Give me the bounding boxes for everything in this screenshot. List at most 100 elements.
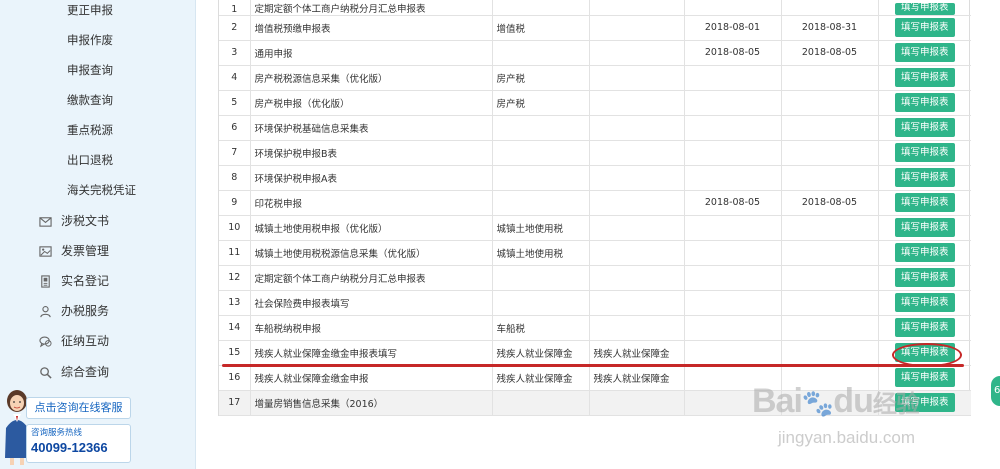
period-start xyxy=(684,65,782,91)
fill-declaration-button[interactable]: 填写申报表 xyxy=(894,118,955,137)
tax-type xyxy=(492,115,590,141)
action-cell: 填写申报表 xyxy=(878,290,971,316)
tax-type: 城镇土地使用税 xyxy=(492,240,590,266)
action-cell: 填写申报表 xyxy=(878,40,971,66)
fill-declaration-button[interactable]: 填写申报表 xyxy=(894,318,955,337)
fill-declaration-button[interactable]: 填写申报表 xyxy=(894,293,955,312)
period-start xyxy=(684,390,782,416)
period-end xyxy=(781,365,879,391)
fill-declaration-button[interactable]: 填写申报表 xyxy=(894,43,955,62)
sidebar-sub-item-customs-certificate[interactable]: 海关完税凭证 xyxy=(0,175,196,205)
action-cell: 填写申报表 xyxy=(878,115,971,141)
table-row: 1 定期定额个体工商户纳税分月汇总申报表 填写申报表 xyxy=(219,0,971,16)
action-cell: 填写申报表 xyxy=(878,315,971,341)
sidebar-sub-item-key-tax-source[interactable]: 重点税源 xyxy=(0,115,196,145)
tax-type xyxy=(492,390,590,416)
fill-declaration-button[interactable]: 填写申报表 xyxy=(894,193,955,212)
sidebar-sub-item-payment-query[interactable]: 缴款查询 xyxy=(0,85,196,115)
declaration-name: 社会保险费申报表填写 xyxy=(250,290,493,316)
fill-declaration-button[interactable]: 填写申报表 xyxy=(894,143,955,162)
sidebar-item-label: 综合查询 xyxy=(61,365,110,379)
period-end xyxy=(781,340,879,366)
sidebar-item-tax-documents[interactable]: 涉税文书 xyxy=(0,206,196,236)
period-end xyxy=(781,315,879,341)
period-end xyxy=(781,140,879,166)
table-row: 16 残疾人就业保障金缴金申报 残疾人就业保障金 残疾人就业保障金 填写申报表 xyxy=(219,365,971,391)
chat-icon xyxy=(38,334,52,348)
online-consult-button[interactable]: 点击咨询在线客服 xyxy=(26,397,131,419)
fill-declaration-button[interactable]: 填写申报表 xyxy=(894,218,955,237)
tax-item xyxy=(589,290,685,316)
tax-item xyxy=(589,190,685,216)
tax-item xyxy=(589,315,685,341)
tax-type xyxy=(492,165,590,191)
table-row: 10 城镇土地使用税申报（优化版） 城镇土地使用税 填写申报表 xyxy=(219,215,971,241)
fill-declaration-button[interactable]: 填写申报表 xyxy=(894,243,955,262)
red-circle-annotation xyxy=(892,343,962,367)
tax-item xyxy=(589,165,685,191)
period-start xyxy=(684,240,782,266)
action-cell: 填写申报表 xyxy=(878,390,971,416)
fill-declaration-button[interactable]: 填写申报表 xyxy=(894,268,955,287)
period-start xyxy=(684,365,782,391)
period-start xyxy=(684,140,782,166)
declaration-name: 定期定额个体工商户纳税分月汇总申报表 xyxy=(250,0,493,16)
tax-type: 房产税 xyxy=(492,90,590,116)
sidebar-sub-item-correct-declaration[interactable]: 更正申报 xyxy=(0,0,196,25)
row-number: 8 xyxy=(219,165,251,191)
row-number: 7 xyxy=(219,140,251,166)
table-row: 8 环境保护税申报A表 填写申报表 xyxy=(219,165,971,191)
sidebar-sub-item-declaration-query[interactable]: 申报查询 xyxy=(0,55,196,85)
fill-declaration-button[interactable]: 填写申报表 xyxy=(894,368,955,387)
row-number: 15 xyxy=(219,340,251,366)
fill-declaration-button[interactable]: 填写申报表 xyxy=(894,18,955,37)
row-number: 3 xyxy=(219,40,251,66)
id-card-icon xyxy=(38,274,52,288)
row-number: 12 xyxy=(219,265,251,291)
action-cell: 填写申报表 xyxy=(878,15,971,41)
sidebar-item-label: 征纳互动 xyxy=(61,334,110,348)
tax-item xyxy=(589,15,685,41)
fill-declaration-button[interactable]: 填写申报表 xyxy=(894,2,955,14)
row-number: 1 xyxy=(219,0,251,16)
fill-declaration-button[interactable]: 填写申报表 xyxy=(894,93,955,112)
declaration-name: 房产税申报（优化版） xyxy=(250,90,493,116)
row-number: 9 xyxy=(219,190,251,216)
action-cell: 填写申报表 xyxy=(878,65,971,91)
period-start xyxy=(684,165,782,191)
declaration-name: 残疾人就业保障金缴金申报 xyxy=(250,365,493,391)
envelope-icon xyxy=(38,214,52,228)
action-cell: 填写申报表 xyxy=(878,265,971,291)
edge-float-tab[interactable]: 6 xyxy=(991,376,1000,406)
fill-declaration-button[interactable]: 填写申报表 xyxy=(894,168,955,187)
sidebar-item-label: 实名登记 xyxy=(61,274,110,288)
sidebar-item-invoice-management[interactable]: 发票管理 xyxy=(0,236,196,266)
sidebar-sub-item-export-rebate[interactable]: 出口退税 xyxy=(0,145,196,175)
period-end: 2018-08-31 xyxy=(781,15,879,41)
fill-declaration-button[interactable]: 填写申报表 xyxy=(894,393,955,412)
sidebar-item-real-name-registration[interactable]: 实名登记 xyxy=(0,266,196,296)
action-cell: 填写申报表 xyxy=(878,0,971,16)
sidebar-item-comprehensive-query[interactable]: 综合查询 xyxy=(0,357,196,387)
action-cell: 填写申报表 xyxy=(878,140,971,166)
row-number: 10 xyxy=(219,215,251,241)
sidebar-sub-item-void-declaration[interactable]: 申报作废 xyxy=(0,25,196,55)
tax-type: 车船税 xyxy=(492,315,590,341)
tax-item: 残疾人就业保障金 xyxy=(589,365,685,391)
declaration-name: 城镇土地使用税税源信息采集（优化版） xyxy=(250,240,493,266)
sidebar: 更正申报 申报作废 申报查询 缴款查询 重点税源 出口退税 海关完税凭证 涉税文… xyxy=(0,0,196,469)
tax-item xyxy=(589,140,685,166)
table-row: 9 印花税申报 2018-08-05 2018-08-05 填写申报表 xyxy=(219,190,971,216)
tax-item xyxy=(589,90,685,116)
action-cell: 填写申报表 xyxy=(878,215,971,241)
period-end xyxy=(781,265,879,291)
sidebar-item-label: 涉税文书 xyxy=(61,214,110,228)
fill-declaration-button[interactable]: 填写申报表 xyxy=(894,68,955,87)
sidebar-item-interaction[interactable]: 征纳互动 xyxy=(0,326,196,356)
period-start xyxy=(684,0,782,16)
tax-item xyxy=(589,65,685,91)
declaration-name: 增量房销售信息采集（2016） xyxy=(250,390,493,416)
sidebar-item-tax-services[interactable]: 办税服务 xyxy=(0,296,196,326)
period-end xyxy=(781,290,879,316)
declaration-name: 印花税申报 xyxy=(250,190,493,216)
